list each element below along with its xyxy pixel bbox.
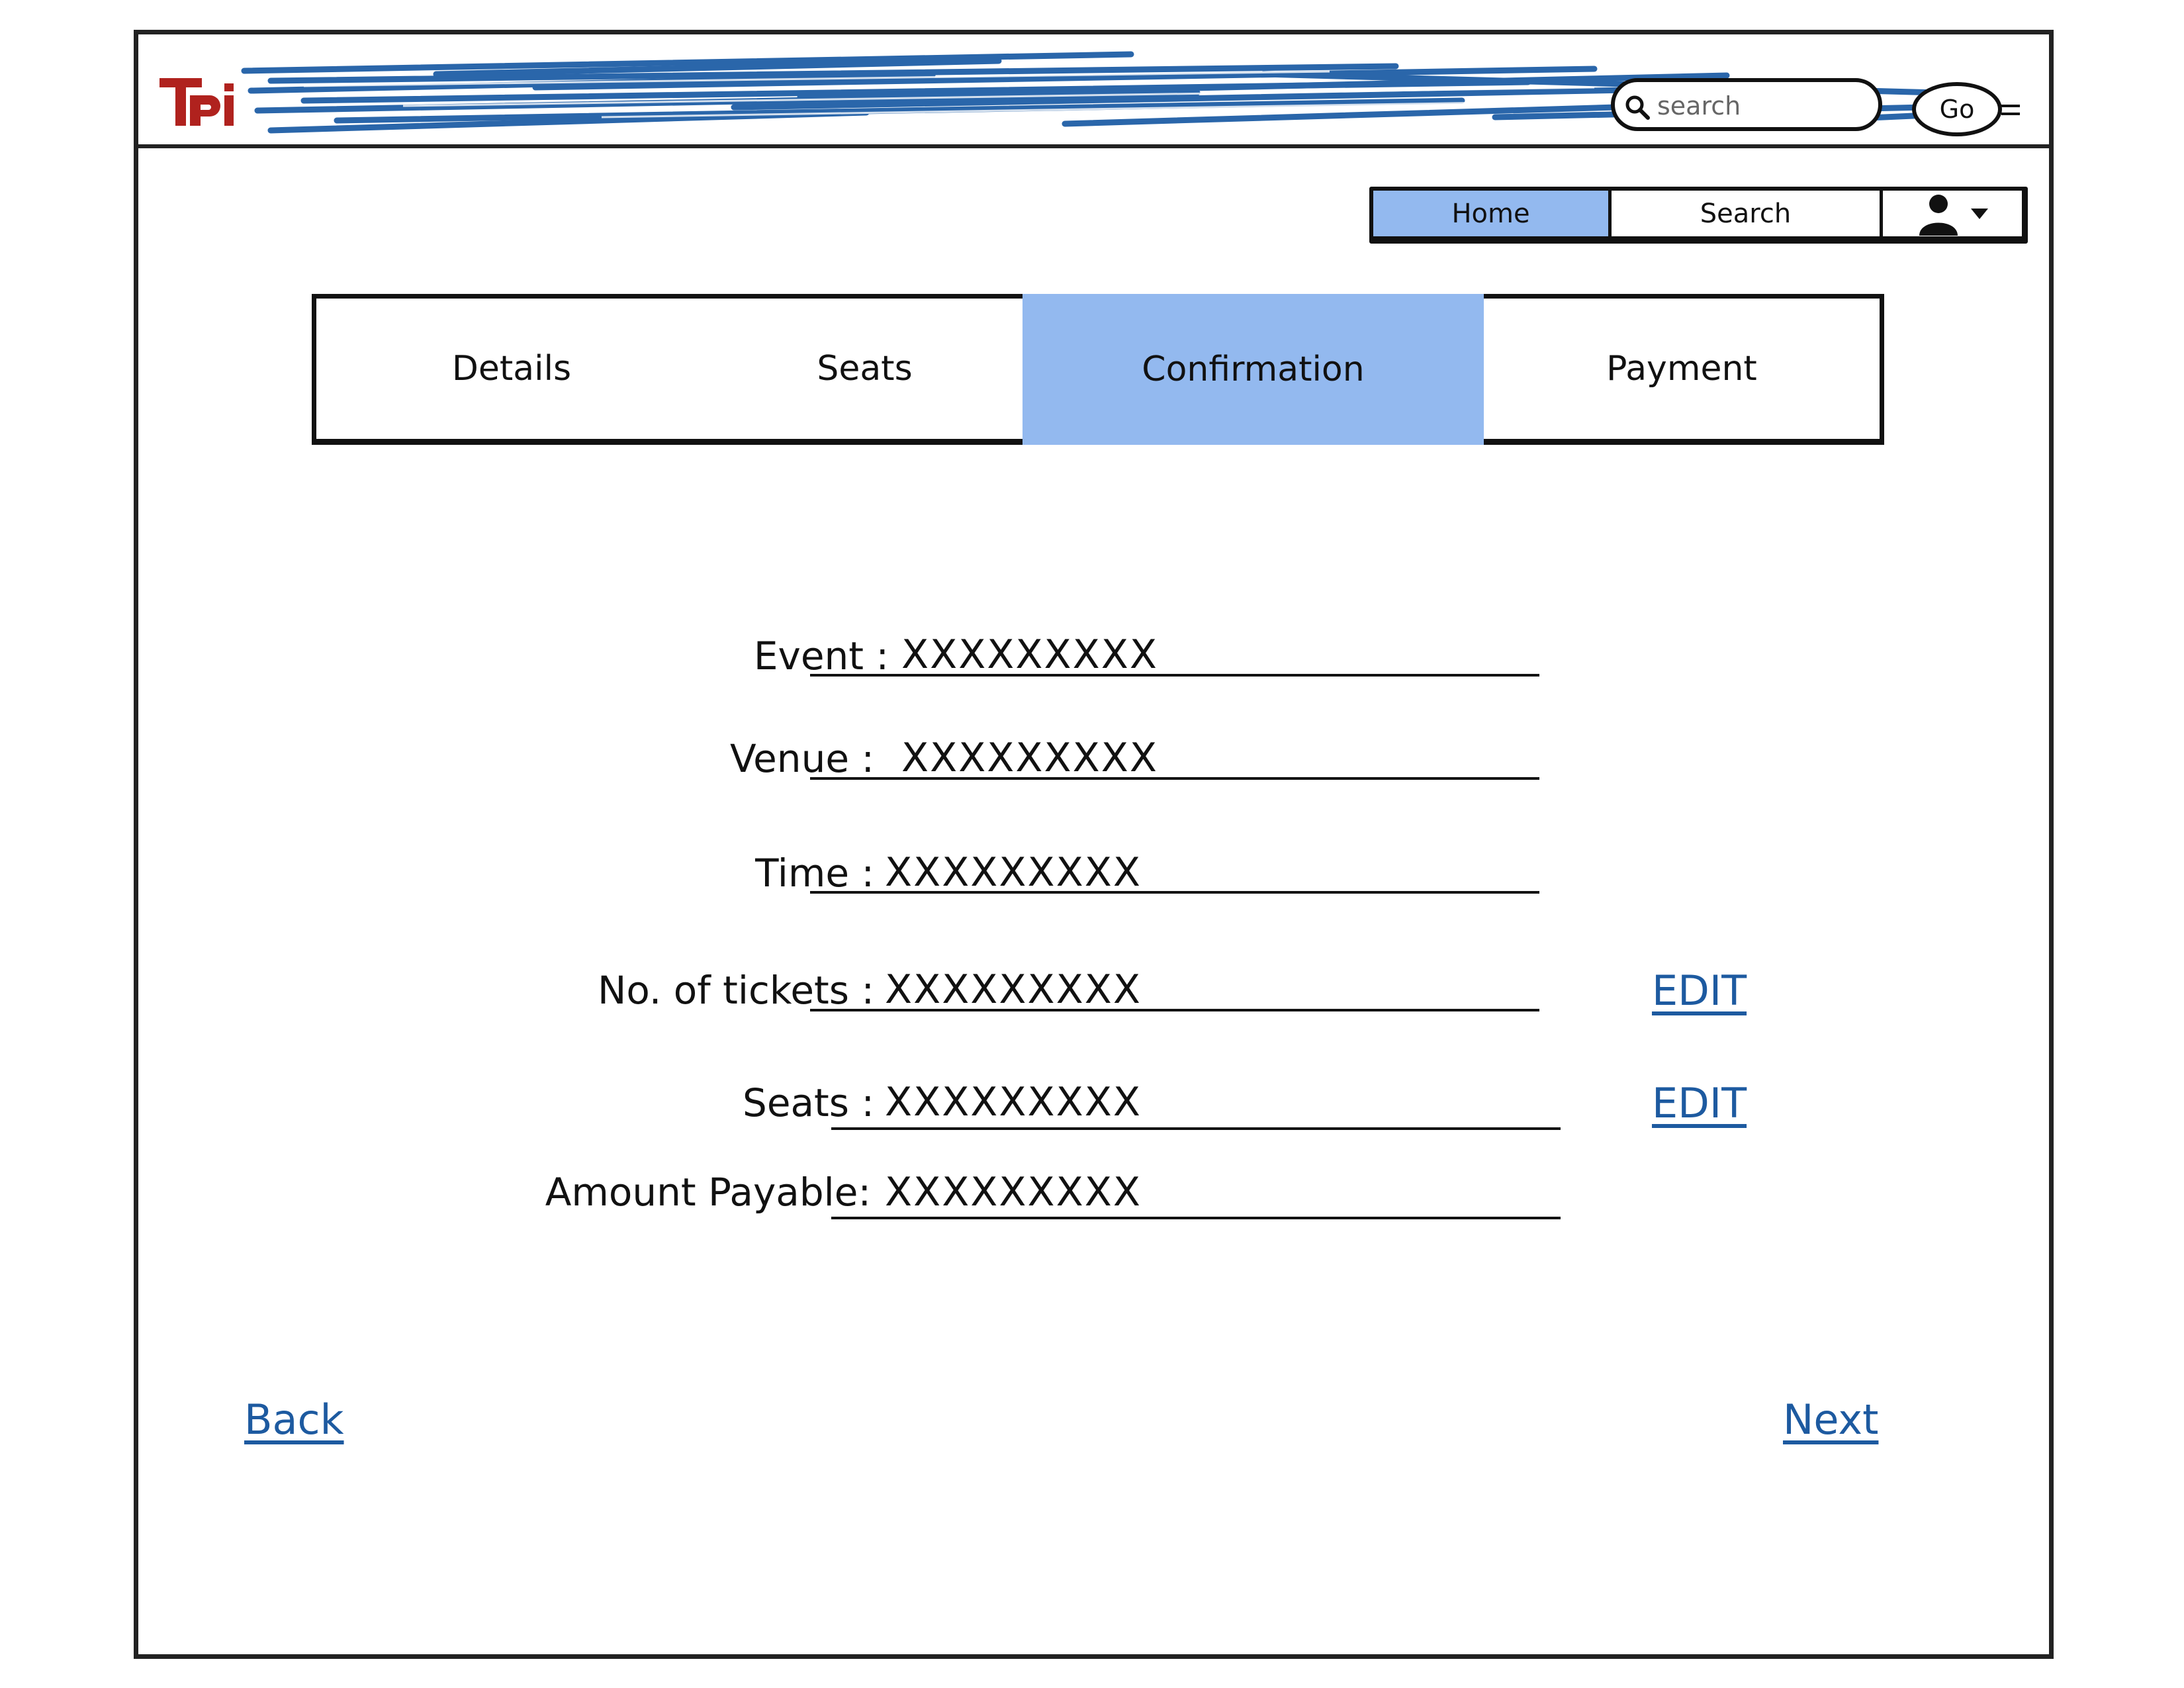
tpi-logo	[159, 78, 234, 126]
search-icon	[1625, 95, 1650, 120]
user-menu[interactable]	[1883, 191, 2022, 236]
top-nav: Home Search	[1369, 187, 2028, 244]
tab-payment[interactable]: Payment	[1484, 299, 1880, 439]
tickets-value: XXXXXXXXX	[885, 966, 1142, 1013]
go-button[interactable]: Go	[1912, 82, 2002, 136]
venue-underline	[810, 777, 1539, 780]
event-underline	[810, 674, 1539, 677]
site-header: Go	[138, 34, 2049, 148]
go-button-decoration	[2001, 105, 2020, 115]
time-value: XXXXXXXXX	[885, 849, 1142, 896]
amount-payable-label: Amount Payable:	[545, 1170, 871, 1215]
seats-underline	[831, 1127, 1561, 1130]
user-icon	[1919, 194, 1958, 236]
chevron-down-icon	[1971, 208, 1988, 219]
edit-tickets-link[interactable]: EDIT	[1652, 966, 1747, 1015]
nav-home[interactable]: Home	[1373, 191, 1612, 236]
search-input[interactable]	[1656, 87, 1870, 124]
event-value: XXXXXXXXX	[901, 632, 1158, 678]
amount-payable-value: XXXXXXXXX	[885, 1169, 1142, 1215]
browser-window: Go Home Search Details Seats Confirmatio…	[134, 30, 2054, 1659]
nav-search[interactable]: Search	[1612, 191, 1883, 236]
amount-payable-underline	[831, 1217, 1561, 1219]
tab-details[interactable]: Details	[316, 299, 707, 439]
time-label: Time :	[755, 851, 874, 896]
venue-value: XXXXXXXXX	[901, 735, 1158, 781]
next-link[interactable]: Next	[1783, 1395, 1878, 1444]
back-link[interactable]: Back	[244, 1395, 344, 1444]
tab-seats[interactable]: Seats	[707, 299, 1023, 439]
seats-label: Seats :	[743, 1080, 874, 1125]
edit-seats-link[interactable]: EDIT	[1652, 1079, 1747, 1127]
venue-label: Venue :	[729, 736, 874, 781]
time-underline	[810, 891, 1539, 894]
search-box	[1611, 78, 1882, 131]
tickets-label: No. of tickets :	[598, 968, 874, 1013]
seats-value: XXXXXXXXX	[885, 1079, 1142, 1125]
event-label: Event :	[753, 633, 889, 679]
tickets-underline	[810, 1009, 1539, 1011]
tab-confirmation[interactable]: Confirmation	[1023, 294, 1484, 445]
booking-steps: Details Seats Confirmation Payment	[312, 294, 1884, 445]
